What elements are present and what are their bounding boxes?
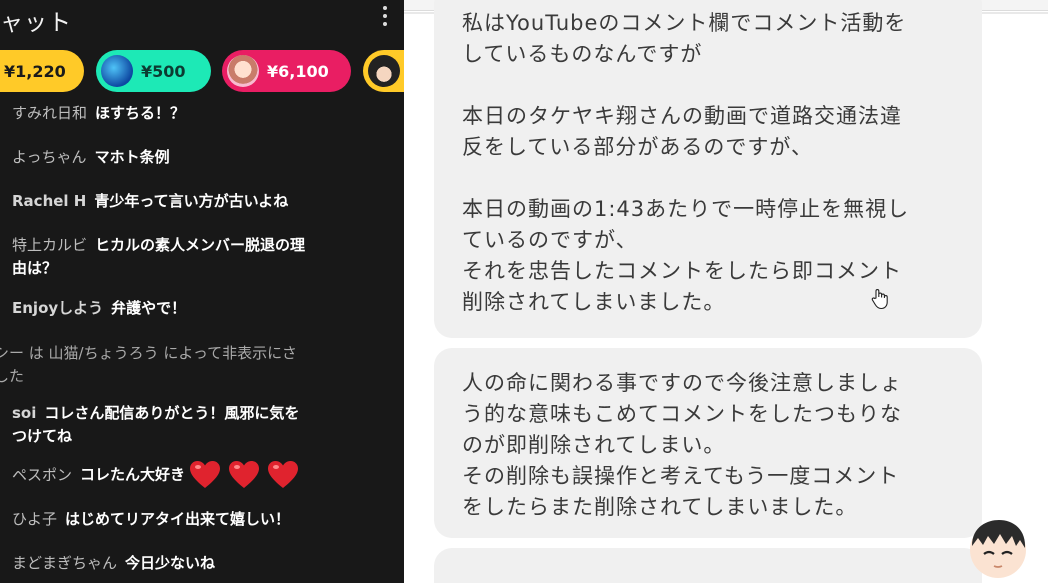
heart-icon [228, 460, 260, 490]
message-paragraph: 人の命に関わる事ですので今後注意しましょ う的な意味もこめてコメントをしたつもり… [462, 371, 902, 519]
message-author[interactable]: 特上カルビ [12, 236, 87, 254]
message-author[interactable]: ひよ子 [12, 510, 57, 528]
heart-icon [189, 460, 221, 490]
message-author[interactable]: すみれ日和 [12, 104, 87, 122]
chat-message: Enjoyしよう 弁護やで！ [12, 297, 382, 320]
ticker-amount: ¥6,100 [267, 61, 329, 81]
ticker-chip[interactable]: ¥6,100 [222, 50, 351, 92]
message-paragraph: 私はYouTubeのコメント欄でコメント活動を しているものなんですが [462, 11, 907, 66]
moderation-notice: シー は 山猫/ちょうろう によって非表示にさ した [0, 342, 364, 388]
message-thread: 私はYouTubeのコメント欄でコメント活動を しているものなんですが 本日のタ… [404, 0, 1048, 583]
ticker-chip[interactable] [363, 50, 404, 92]
chat-message: まどまぎちゃん 今日少ないね [12, 552, 382, 575]
message-author[interactable]: Enjoyしよう [12, 299, 103, 317]
live-chat-panel: ャット ¥1,220 ¥500 ¥6,100 すみれ日和 ほすちる！？ よっちゃん… [0, 0, 404, 583]
avatar [368, 55, 400, 87]
message-bubble: 人の命に関わる事ですので今後注意しましょ う的な意味もこめてコメントをしたつもり… [434, 348, 982, 538]
ticker-chip[interactable]: ¥1,220 [0, 50, 84, 92]
message-text: つけてね [12, 427, 73, 445]
message-bubble [434, 548, 982, 583]
message-author[interactable]: よっちゃん [12, 148, 87, 166]
hearts-group [189, 460, 306, 490]
avatar [227, 55, 259, 87]
message-text: 今日少ないね [125, 554, 216, 572]
chat-message: ひよ子 はじめてリアタイ出来て嬉しい！ [12, 508, 382, 531]
hand-cursor-icon [870, 288, 890, 310]
super-chat-ticker: ¥1,220 ¥500 ¥6,100 [0, 50, 404, 94]
more-vert-icon[interactable] [380, 6, 390, 30]
chat-title: ャット [0, 10, 72, 36]
message-text: 弁護やで！ [111, 299, 187, 317]
streamer-avatar-icon [966, 516, 1030, 580]
message-text: コレさん配信ありがとう！風邪に気を [44, 404, 300, 422]
message-text: コレたん大好き [80, 465, 186, 484]
heart-icon [267, 460, 299, 490]
notice-text: シー は 山猫/ちょうろう によって非表示にさ [0, 344, 297, 362]
message-bubble: 私はYouTubeのコメント欄でコメント活動を しているものなんですが 本日のタ… [434, 0, 982, 338]
message-text: 由は？ [12, 259, 58, 277]
chat-message: soi コレさん配信ありがとう！風邪に気を つけてね [12, 402, 382, 448]
notice-text: した [0, 367, 25, 385]
chat-message: よっちゃん マホト条例 [12, 146, 382, 169]
ticker-chip[interactable]: ¥500 [96, 50, 211, 92]
message-paragraph: 本日の動画の1:43あたりで一時停止を無視し ているのですが、 それを忠告したコ… [462, 197, 910, 314]
message-paragraph: 本日のタケヤキ翔さんの動画で道路交通法違 反をしている部分があるのですが、 [462, 104, 902, 159]
chat-header: ャット [0, 0, 404, 40]
message-text: ほすちる！？ [95, 104, 186, 122]
message-author[interactable]: Rachel H [12, 192, 86, 210]
message-text: 青少年って言い方が古いよね [94, 192, 289, 210]
message-author[interactable]: ペスポン [12, 466, 72, 484]
chat-message: Rachel H 青少年って言い方が古いよね [12, 190, 382, 213]
message-text: マホト条例 [94, 148, 170, 166]
ticker-amount: ¥1,220 [4, 61, 66, 81]
message-text: ヒカルの素人メンバー脱退の理 [95, 236, 306, 254]
ticker-amount: ¥500 [141, 61, 186, 81]
chat-message: 特上カルビ ヒカルの素人メンバー脱退の理 由は？ [12, 234, 382, 280]
message-author[interactable]: soi [12, 404, 36, 422]
message-text: はじめてリアタイ出来て嬉しい！ [65, 510, 291, 528]
message-author[interactable]: まどまぎちゃん [12, 554, 117, 572]
avatar [101, 55, 133, 87]
chat-message: ペスポン コレたん大好き [12, 460, 382, 490]
chat-message: すみれ日和 ほすちる！？ [12, 102, 382, 125]
